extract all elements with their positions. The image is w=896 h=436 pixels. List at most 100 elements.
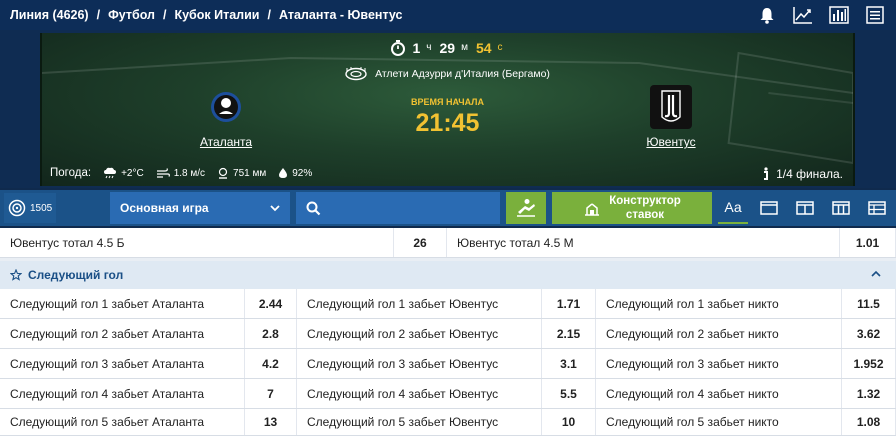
breadcrumb-separator: /: [162, 8, 167, 22]
juventus-logo: [650, 85, 692, 129]
target-icon: [8, 199, 26, 217]
odd-button[interactable]: 13: [244, 409, 297, 435]
breadcrumb: Линия (4626) / Футбол / Кубок Италии / А…: [10, 8, 402, 22]
start-time-label: ВРЕМЯ НАЧАЛА: [410, 97, 485, 107]
top-bar: Линия (4626) / Футбол / Кубок Италии / А…: [0, 0, 896, 30]
next-goal-section-header[interactable]: Следующий гол: [0, 261, 896, 289]
market-count[interactable]: 1505: [4, 193, 56, 223]
star-icon[interactable]: [10, 269, 22, 281]
stadium-icon: [345, 67, 367, 81]
away-team-name[interactable]: Ювентус: [626, 135, 716, 149]
market-toolbar: 1505 Основная игра Конструктор ставок Аа: [0, 190, 896, 226]
market-label: Следующий гол 5 забьет Аталанта: [10, 415, 205, 429]
bet-builder-label-line2: ставок: [625, 209, 665, 221]
market-label: Следующий гол 2 забьет Ювентус: [307, 326, 499, 341]
odd-button[interactable]: 4.2: [244, 349, 297, 378]
layout-single-icon: [760, 201, 778, 215]
market-label: Следующий гол 5 забьет Ювентус: [307, 415, 499, 429]
breadcrumb-separator: /: [96, 8, 101, 22]
market-label: Следующий гол 4 забьет Ювентус: [307, 386, 499, 401]
total-right-odd[interactable]: 1.01: [839, 228, 896, 257]
match-scoreboard: 1 ч 29 м 54 с Атлети Адзурри д'Италия (Б…: [0, 30, 896, 188]
timer-seconds: 54: [475, 39, 492, 56]
total-left-odd[interactable]: 26: [393, 228, 447, 257]
info-icon[interactable]: [762, 167, 770, 181]
odd-button[interactable]: 1.08: [841, 409, 896, 435]
market-count-value: 1505: [30, 202, 53, 214]
table-row: Следующий гол 4 забьет Аталанта 7 Следую…: [0, 379, 896, 409]
timer-minutes: 29: [439, 39, 456, 56]
odd-button[interactable]: 1.32: [841, 379, 896, 408]
weather-temp: +2°C: [121, 167, 144, 179]
breadcrumb-line[interactable]: Линия (4626): [10, 8, 89, 22]
market-label: Следующий гол 1 забьет Ювентус: [307, 296, 499, 311]
chart-line-icon[interactable]: [792, 4, 814, 26]
weather-humidity: 92%: [292, 167, 313, 179]
bet-builder-button[interactable]: Конструктор ставок: [552, 192, 712, 224]
timer-minutes-unit: м: [461, 42, 468, 53]
section-title: Следующий гол: [28, 268, 124, 282]
layout-three-column-button[interactable]: [826, 192, 856, 224]
layout-two-column-button[interactable]: [790, 192, 820, 224]
breadcrumb-match: Аталанта - Ювентус: [278, 8, 403, 22]
tournament-stage: 1/4 финала.: [762, 167, 843, 181]
chevron-up-icon[interactable]: [870, 268, 882, 280]
market-group-value: Основная игра: [120, 201, 209, 215]
market-label: Следующий гол 3 забьет Ювентус: [307, 356, 499, 371]
table-row: Следующий гол 3 забьет Аталанта 4.2 След…: [0, 349, 896, 379]
market-label: Следующий гол 1 забьет никто: [606, 296, 779, 311]
pitch-background: 1 ч 29 м 54 с Атлети Адзурри д'Италия (Б…: [40, 33, 855, 186]
market-label: Следующий гол 3 забьет Аталанта: [10, 356, 205, 371]
layout-single-button[interactable]: [754, 192, 784, 224]
breadcrumb-separator: /: [267, 8, 271, 22]
humidity-drop-icon: [279, 168, 288, 178]
odd-button[interactable]: 1.71: [541, 289, 596, 318]
match-timer: 1 ч 29 м 54 с: [42, 39, 853, 56]
odd-button[interactable]: 1.952: [841, 349, 896, 378]
timer-hours-unit: ч: [426, 42, 432, 53]
total-left-label: Ювентус тотал 4.5 Б: [10, 235, 125, 250]
market-label: Следующий гол 4 забьет никто: [606, 386, 779, 401]
odd-button[interactable]: 11.5: [841, 289, 896, 318]
stage-text: 1/4 финала.: [776, 167, 843, 181]
total-right-label: Ювентус тотал 4.5 М: [457, 235, 574, 250]
builder-icon: [585, 203, 600, 216]
odd-button[interactable]: 5.5: [541, 379, 596, 408]
search-icon: [306, 201, 321, 215]
away-team[interactable]: Ювентус: [626, 85, 716, 149]
odd-button[interactable]: 2.8: [244, 319, 297, 348]
layout-table-button[interactable]: [862, 192, 892, 224]
market-group-select[interactable]: Основная игра: [110, 192, 290, 224]
start-time-value: 21:45: [415, 109, 480, 137]
odd-button[interactable]: 2.44: [244, 289, 297, 318]
odd-button[interactable]: 10: [541, 409, 596, 435]
market-label: Следующий гол 3 забьет никто: [606, 356, 779, 371]
weather-info: Погода: +2°C 1.8 м/с 751 мм 92%: [50, 167, 312, 179]
odd-button[interactable]: 7: [244, 379, 297, 408]
list-icon[interactable]: [864, 4, 886, 26]
chevron-down-icon: [270, 205, 280, 212]
bell-icon[interactable]: [756, 4, 778, 26]
total-row: Ювентус тотал 4.5 Б 26 Ювентус тотал 4.5…: [0, 228, 896, 258]
weather-label: Погода:: [50, 167, 92, 179]
search-input[interactable]: [296, 192, 500, 224]
wind-icon: [156, 168, 170, 178]
breadcrumb-football[interactable]: Футбол: [108, 8, 155, 22]
font-size-button[interactable]: Аа: [718, 192, 748, 224]
stopwatch-icon: [391, 40, 406, 56]
odd-button[interactable]: 2.15: [541, 319, 596, 348]
rain-cloud-icon: [104, 167, 117, 179]
jockey-button[interactable]: [506, 192, 546, 224]
timer-seconds-unit: с: [497, 42, 503, 53]
layout-table-icon: [868, 201, 886, 215]
market-label: Следующий гол 4 забьет Аталанта: [10, 386, 205, 401]
odd-button[interactable]: 3.1: [541, 349, 596, 378]
table-row: Следующий гол 1 забьет Аталанта 2.44 Сле…: [0, 289, 896, 319]
font-size-label: Аа: [724, 199, 742, 215]
weather-wind: 1.8 м/с: [173, 167, 206, 179]
odd-button[interactable]: 3.62: [841, 319, 896, 348]
stats-bars-icon[interactable]: [828, 4, 850, 26]
market-label: Следующий гол 2 забьет Аталанта: [10, 326, 205, 341]
breadcrumb-cup[interactable]: Кубок Италии: [174, 8, 259, 22]
stadium-name: Атлети Адзурри д'Италия (Бергамо): [375, 68, 550, 80]
